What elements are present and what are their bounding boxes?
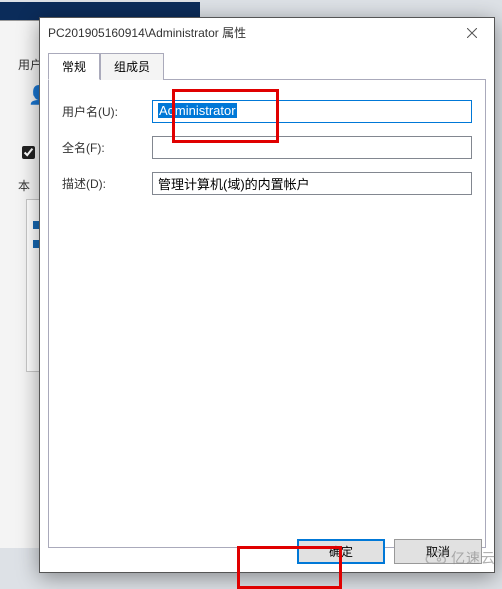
ok-button[interactable]: 确定 <box>297 539 385 564</box>
description-label: 描述(D): <box>62 175 152 192</box>
fullname-label: 全名(F): <box>62 139 152 156</box>
bg-local-label: 本 <box>18 177 30 194</box>
properties-dialog: PC201905160914\Administrator 属性 常规 组成员 用… <box>39 17 495 573</box>
username-label: 用户名(U): <box>62 103 152 120</box>
description-input[interactable] <box>152 172 472 195</box>
tab-panel-general: 用户名(U): Administrator 全名(F): 描述(D): <box>48 80 486 548</box>
row-fullname: 全名(F): <box>62 136 472 159</box>
tab-general[interactable]: 常规 <box>48 53 100 80</box>
bg-checkbox[interactable] <box>22 146 35 159</box>
username-input[interactable]: Administrator <box>152 100 472 123</box>
row-description: 描述(D): <box>62 172 472 195</box>
username-selected-text: Administrator <box>158 103 237 118</box>
watermark: 亿速云 <box>424 548 496 568</box>
fullname-input[interactable] <box>152 136 472 159</box>
dialog-body: 常规 组成员 用户名(U): Administrator 全名(F): 描述(D… <box>40 47 494 548</box>
titlebar: PC201905160914\Administrator 属性 <box>40 18 494 47</box>
watermark-text: 亿速云 <box>451 548 496 568</box>
cloud-icon <box>424 549 448 567</box>
row-username: 用户名(U): Administrator <box>62 100 472 123</box>
dialog-title: PC201905160914\Administrator 属性 <box>48 24 246 41</box>
close-button[interactable] <box>450 18 494 47</box>
close-icon <box>467 28 477 38</box>
tab-member-of[interactable]: 组成员 <box>100 53 164 80</box>
tab-strip: 常规 组成员 <box>48 52 486 80</box>
